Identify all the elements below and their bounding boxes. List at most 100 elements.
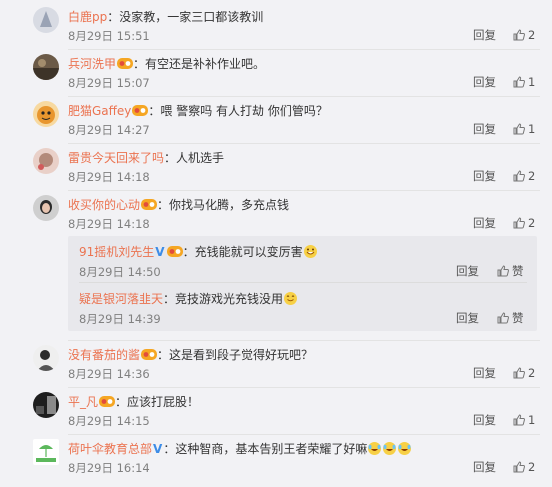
grin-emoji-icon (303, 244, 318, 263)
like-button[interactable]: 2 (513, 460, 535, 474)
reply-button[interactable]: 回复 (473, 366, 496, 380)
avatar[interactable] (33, 345, 59, 371)
like-button[interactable]: 赞 (497, 264, 524, 278)
like-count: 1 (528, 413, 536, 427)
comment-time: 8月29日 15:51 (68, 29, 150, 43)
like-button[interactable]: 1 (513, 75, 535, 89)
thumbs-up-icon (497, 312, 509, 324)
like-button[interactable]: 2 (513, 216, 535, 230)
comment-text: ：有空还是补补作业吧。 (133, 57, 266, 71)
avatar[interactable] (33, 392, 59, 418)
reply-button[interactable]: 回复 (473, 460, 496, 474)
reply-text: ：充钱能就可以变厉害 (182, 245, 303, 259)
comment-header: 肥猫Gaffey ：喂 警察吗 有人打劫 你们管吗？ (68, 103, 328, 121)
comment-header: 兵河洗甲 ：有空还是补补作业吧。 (68, 56, 265, 74)
username-link[interactable]: 兵河洗甲 (68, 57, 116, 71)
username-link[interactable]: 收买你的心动 (68, 198, 140, 212)
like-button[interactable]: 2 (513, 169, 535, 183)
fan-badge-icon (141, 348, 158, 365)
verified-v-icon: V (155, 245, 165, 259)
comment-time: 8月29日 15:07 (68, 76, 150, 90)
sub-reply-item: 91摇机刘先生V ：充钱能就可以变厉害 8月29日 14:50 回复 赞 (68, 236, 537, 283)
comment-time: 8月29日 14:18 (68, 170, 150, 184)
username-link[interactable]: 荷叶伞教育总部 (68, 442, 152, 456)
comment-text: ：应该打屁股！ (115, 395, 200, 409)
comment-header: 白鹿pp：没家教，一家三口都该教训 (68, 9, 263, 25)
username-link[interactable]: 没有番茄的酱 (68, 348, 140, 362)
reply-button[interactable]: 回复 (456, 311, 479, 325)
thumbs-up-icon (513, 123, 525, 135)
comment-header: 平_凡 ：应该打屁股！ (68, 394, 199, 412)
reply-button[interactable]: 回复 (473, 413, 496, 427)
like-count: 2 (528, 216, 536, 230)
reply-button[interactable]: 回复 (456, 264, 479, 278)
like-count: 2 (528, 460, 536, 474)
reply-button[interactable]: 回复 (473, 28, 496, 42)
username-link[interactable]: 91摇机刘先生 (79, 245, 154, 259)
thumbs-up-icon (513, 461, 525, 473)
comment-time: 8月29日 14:15 (68, 414, 150, 428)
like-button[interactable]: 2 (513, 28, 535, 42)
reply-header: 91摇机刘先生V ：充钱能就可以变厉害 (79, 244, 318, 263)
thumbs-up-icon (513, 170, 525, 182)
reply-button[interactable]: 回复 (473, 169, 496, 183)
reply-time: 8月29日 14:50 (79, 265, 161, 279)
thumbs-up-icon (513, 367, 525, 379)
comment-time: 8月29日 14:27 (68, 123, 150, 137)
comment-header: 收买你的心动 ：你找马化腾，多充点钱 (68, 197, 289, 215)
username-link[interactable]: 疑是银河落韭天 (79, 292, 163, 306)
like-count: 1 (528, 75, 536, 89)
comment-text: ：这种智商，基本告别王者荣耀了好嘛 (163, 442, 368, 456)
avatar[interactable] (33, 195, 59, 221)
comment-item: 肥猫Gaffey ：喂 警察吗 有人打劫 你们管吗？ 8月29日 14:27 回复… (0, 97, 552, 144)
like-button[interactable]: 2 (513, 366, 535, 380)
verified-v-icon: V (153, 442, 163, 456)
thumbs-up-icon (497, 265, 509, 277)
comment-time: 8月29日 14:36 (68, 367, 150, 381)
laugh-cry-emoji-icon (367, 441, 382, 460)
username-link[interactable]: 白鹿pp (68, 10, 107, 24)
thumbs-up-icon (513, 76, 525, 88)
like-button[interactable]: 1 (513, 413, 535, 427)
reply-button[interactable]: 回复 (473, 75, 496, 89)
username-link[interactable]: 平_凡 (68, 395, 98, 409)
username-link[interactable]: 肥猫Gaffey (68, 104, 131, 118)
thumbs-up-icon (513, 29, 525, 41)
smile-emoji-icon (283, 291, 298, 310)
comment-text: ：喂 警察吗 有人打劫 你们管吗？ (148, 104, 328, 118)
like-button[interactable]: 赞 (497, 311, 524, 325)
comment-text: ：没家教，一家三口都该教训 (107, 10, 264, 24)
fan-badge-icon (99, 395, 116, 412)
avatar[interactable] (33, 148, 59, 174)
comment-item: 兵河洗甲 ：有空还是补补作业吧。 8月29日 15:07 回复 1 (0, 50, 552, 97)
comment-item: 收买你的心动 ：你找马化腾，多充点钱 8月29日 14:18 回复 2 (0, 191, 552, 236)
comment-item: 没有番茄的酱 ：这是看到段子觉得好玩吧？ 8月29日 14:36 回复 2 (0, 341, 552, 388)
like-label: 赞 (512, 311, 524, 325)
fan-badge-icon (166, 245, 183, 262)
comment-time: 8月29日 14:18 (68, 217, 150, 231)
comment-header: 雷贵今天回来了吗：人机选手 (68, 150, 224, 166)
avatar[interactable] (33, 7, 59, 33)
reply-button[interactable]: 回复 (473, 216, 496, 230)
sub-reply-item: 疑是银河落韭天：竞技游戏光充钱没用 8月29日 14:39 回复 赞 (68, 283, 537, 330)
like-count: 2 (528, 169, 536, 183)
comment-text: ：这是看到段子觉得好玩吧？ (157, 348, 314, 362)
like-button[interactable]: 1 (513, 122, 535, 136)
comment-header: 荷叶伞教育总部V：这种智商，基本告别王者荣耀了好嘛 (68, 441, 412, 460)
reply-button[interactable]: 回复 (473, 122, 496, 136)
reply-text: ：竞技游戏光充钱没用 (163, 292, 284, 306)
comment-time: 8月29日 16:14 (68, 461, 150, 475)
like-label: 赞 (512, 264, 524, 278)
reply-time: 8月29日 14:39 (79, 312, 161, 326)
avatar[interactable] (33, 101, 59, 127)
laugh-cry-emoji-icon (382, 441, 397, 460)
reply-header: 疑是银河落韭天：竞技游戏光充钱没用 (79, 291, 298, 310)
avatar[interactable] (33, 54, 59, 80)
thumbs-up-icon (513, 217, 525, 229)
fan-badge-icon (132, 104, 149, 121)
avatar[interactable] (33, 439, 59, 465)
comment-item: 平_凡 ：应该打屁股！ 8月29日 14:15 回复 1 (0, 388, 552, 435)
thumbs-up-icon (513, 414, 525, 426)
fan-badge-icon (141, 198, 158, 215)
username-link[interactable]: 雷贵今天回来了吗 (68, 151, 164, 165)
